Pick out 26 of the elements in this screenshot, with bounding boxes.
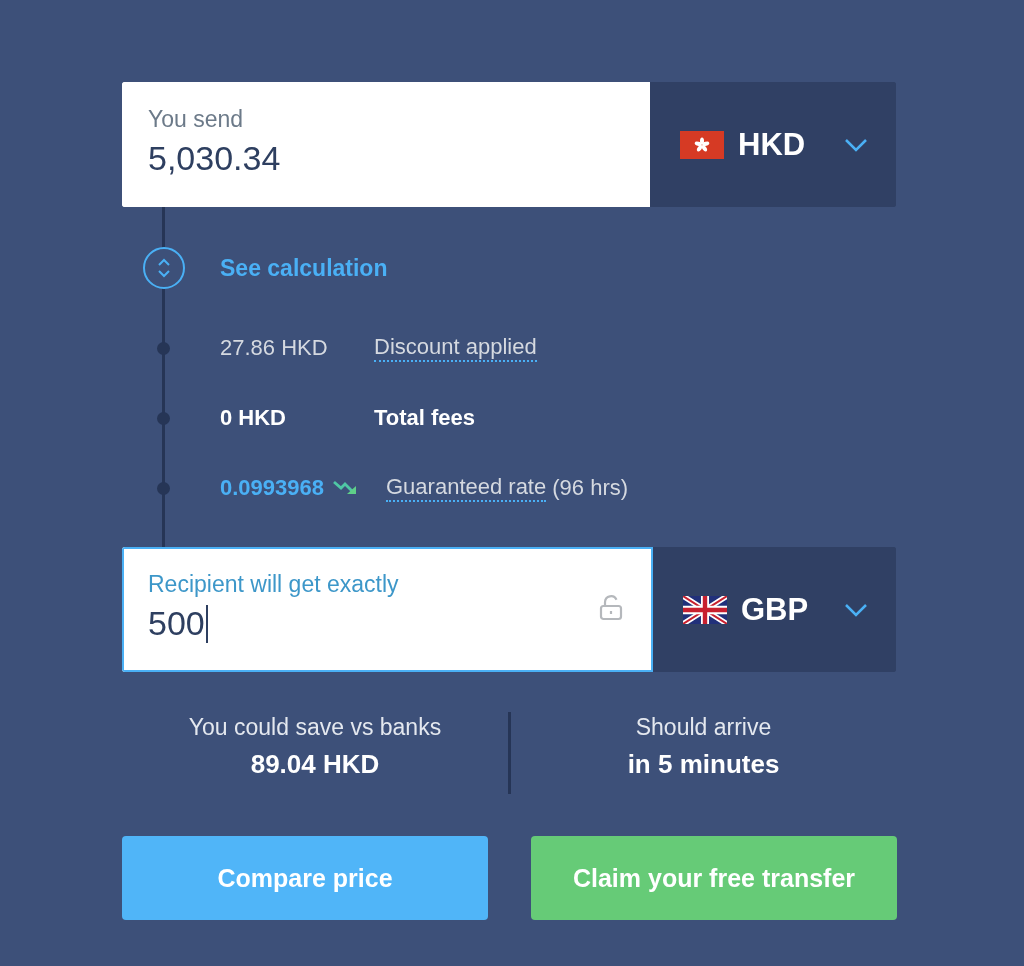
expand-collapse-icon[interactable] [142, 246, 186, 290]
rate-duration: (96 hrs) [552, 475, 629, 501]
lock-icon[interactable] [599, 595, 623, 621]
fee-label: Total fees [374, 405, 476, 431]
field-label: You send [148, 106, 245, 133]
amount-text: 0.0993968 [220, 475, 324, 501]
amount-text: 0 HKD [220, 405, 287, 431]
text-cursor [205, 604, 208, 643]
stat-value: 89.04 HKD [250, 749, 380, 780]
amount-text: 27.86 HKD [220, 335, 329, 361]
info-link[interactable]: Guaranteed rate [386, 474, 547, 502]
stat-label: Should arrive [635, 714, 772, 741]
chevron-down-icon [844, 137, 868, 152]
amount-value: 500 [148, 604, 205, 643]
field-label: Recipient will get exactly [148, 571, 400, 598]
info-link[interactable]: Discount applied [374, 334, 537, 362]
stat-label: You could save vs banks [188, 714, 442, 741]
see-calculation-link[interactable]: See calculation [220, 254, 388, 282]
stat-value: in 5 minutes [627, 749, 780, 780]
flag-icon [683, 595, 727, 624]
amount-field[interactable]: You send 5,030.34 [122, 82, 650, 207]
amount-field[interactable]: Recipient will get exactly 500 [122, 547, 653, 672]
chevron-down-icon [844, 602, 868, 617]
flag-icon [680, 130, 724, 159]
amount-value: 5,030.34 [148, 139, 281, 178]
trend-down-icon [332, 479, 358, 497]
